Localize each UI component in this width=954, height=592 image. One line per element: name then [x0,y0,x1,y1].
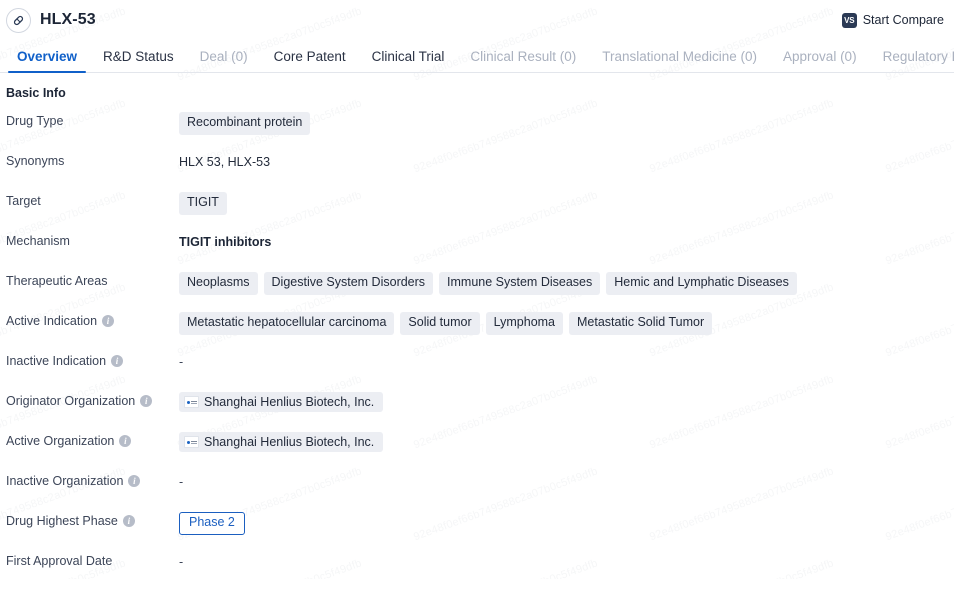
tab-clinical-trial[interactable]: Clinical Trial [359,49,458,73]
row-value-originator-organization: Shanghai Henlius Biotech, Inc. [179,392,954,412]
row-value-active-organization: Shanghai Henlius Biotech, Inc. [179,432,954,452]
label-text: Target [6,194,41,208]
tab-approval-0: Approval (0) [783,48,857,64]
tab-r-d-status[interactable]: R&D Status [90,49,187,73]
row-drug-type: Drug Type Recombinant protein [0,112,954,152]
label-text: Drug Type [6,114,64,128]
row-label-drug-type: Drug Type [0,112,179,128]
capsule-icon [6,7,31,33]
empty-value: - [179,475,184,489]
label-text: First Approval Date [6,554,113,568]
start-compare-button[interactable]: VS Start Compare [840,11,946,30]
label-text: Synonyms [6,154,65,168]
vs-icon: VS [841,12,857,28]
organization-tag[interactable]: Shanghai Henlius Biotech, Inc. [179,432,384,452]
row-target: Target TIGIT [0,192,954,232]
row-synonyms: Synonyms HLX 53, HLX-53 [0,152,954,192]
tab-deal-0: Deal (0) [199,48,248,64]
row-label-target: Target [0,192,179,208]
row-value-first-approval-date: - [179,552,954,569]
row-value-inactive-organization: - [179,472,954,489]
value-tag[interactable]: Lymphoma [485,312,564,335]
row-label-inactive-organization: Inactive Organization i [0,472,179,488]
row-active-indication: Active Indication i Metastatic hepatocellu… [0,312,954,352]
section-title-basic-info: Basic Info [6,86,66,100]
row-inactive-organization: Inactive Organization i - [0,472,954,512]
page-title: HLX-53 [40,11,96,28]
row-value-mechanism: TIGIT inhibitors [179,232,954,249]
info-icon[interactable]: i [122,515,135,528]
row-label-active-indication: Active Indication i [0,312,179,328]
page-header: HLX-53 VS Start Compare [0,0,954,40]
value-tag[interactable]: Recombinant protein [179,112,311,135]
value-tag[interactable]: Neoplasms [179,272,258,295]
value-tag[interactable]: Solid tumor [400,312,480,335]
info-icon[interactable]: i [102,315,115,328]
row-label-synonyms: Synonyms [0,152,179,168]
tab-regulatory-review-0: Regulatory Review (0) [882,48,954,64]
value-text: HLX 53, HLX-53 [179,155,271,169]
info-icon[interactable]: i [140,395,153,408]
start-compare-label: Start Compare [862,13,944,27]
company-logo-icon [184,396,199,408]
label-text: Mechanism [6,234,70,248]
label-text: Active Organization [6,434,115,448]
row-label-inactive-indication: Inactive Indication i [0,352,179,368]
row-active-organization: Active Organization i Shanghai Henlius Bio… [0,432,954,472]
value-tag[interactable]: TIGIT [179,192,227,215]
row-first-approval-date: First Approval Date - [0,552,954,592]
label-text: Originator Organization [6,394,136,408]
organization-name: Shanghai Henlius Biotech, Inc. [204,435,375,449]
organization-tag[interactable]: Shanghai Henlius Biotech, Inc. [179,392,384,412]
info-icon[interactable]: i [111,355,124,368]
row-value-drug-type: Recombinant protein [179,112,954,135]
tab-core-patent[interactable]: Core Patent [261,49,359,73]
row-value-synonyms: HLX 53, HLX-53 [179,152,954,169]
drug-detail-page: HLX-53 VS Start Compare Overview R&D Stat… [0,0,954,579]
row-value-active-indication: Metastatic hepatocellular carcinoma Solid… [179,312,954,335]
value-tag[interactable]: Metastatic Solid Tumor [569,312,713,335]
label-text: Therapeutic Areas [6,274,108,288]
tab-clinical-result-0: Clinical Result (0) [470,48,577,64]
row-label-mechanism: Mechanism [0,232,179,248]
label-text: Inactive Organization [6,474,124,488]
value-tag[interactable]: Hemic and Lymphatic Diseases [606,272,797,295]
label-text: Drug Highest Phase [6,514,118,528]
info-icon[interactable]: i [128,475,141,488]
row-drug-highest-phase: Drug Highest Phase i Phase 2 [0,512,954,552]
empty-value: - [179,355,184,369]
row-value-target: TIGIT [179,192,954,215]
row-originator-organization: Originator Organization i Shanghai Henlius… [0,392,954,432]
tab-bar: Overview R&D Status Deal (0) Core Patent Cli… [0,40,954,73]
drug-identity: HLX-53 [6,7,96,33]
value-text: TIGIT inhibitors [179,235,272,249]
row-value-therapeutic-areas: Neoplasms Digestive System Disorders Immun… [179,272,954,295]
label-text: Inactive Indication [6,354,107,368]
row-mechanism: Mechanism TIGIT inhibitors [0,232,954,272]
row-value-drug-highest-phase: Phase 2 [179,512,954,535]
row-label-originator-organization: Originator Organization i [0,392,179,408]
info-icon[interactable]: i [119,435,132,448]
organization-name: Shanghai Henlius Biotech, Inc. [204,395,375,409]
row-label-drug-highest-phase: Drug Highest Phase i [0,512,179,528]
tab-translational-medicine-0: Translational Medicine (0) [602,48,758,64]
row-value-inactive-indication: - [179,352,954,369]
label-text: Active Indication [6,314,98,328]
row-label-therapeutic-areas: Therapeutic Areas [0,272,179,288]
empty-value: - [179,555,184,569]
phase-badge[interactable]: Phase 2 [179,512,245,535]
row-label-active-organization: Active Organization i [0,432,179,448]
row-label-first-approval-date: First Approval Date [0,552,179,568]
overview-content: Basic Info Drug Type Recombinant protein S… [0,73,954,592]
company-logo-icon [184,436,199,448]
row-therapeutic-areas: Therapeutic Areas Neoplasms Digestive Syst… [0,272,954,312]
value-tag[interactable]: Metastatic hepatocellular carcinoma [179,312,395,335]
tab-overview[interactable]: Overview [4,49,90,73]
value-tag[interactable]: Digestive System Disorders [263,272,434,295]
basic-info-rows: Drug Type Recombinant protein Synonyms HLX … [0,112,954,592]
value-tag[interactable]: Immune System Diseases [439,272,601,295]
row-inactive-indication: Inactive Indication i - [0,352,954,392]
